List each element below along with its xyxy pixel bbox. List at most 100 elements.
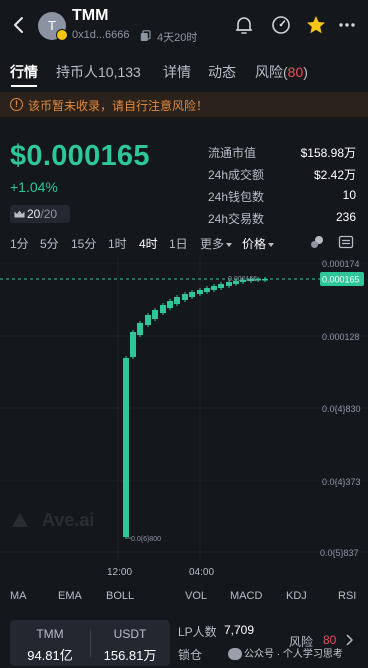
stat-value: 10 xyxy=(342,188,356,202)
risk-warning-banner: ! 该币暂未收录，请自行注意风险！ xyxy=(0,92,368,117)
indicator-ma[interactable]: MA xyxy=(10,590,27,602)
rank-badge[interactable]: 20/20 xyxy=(10,205,70,223)
header: T TMM 0x1d...6666 4天20时 xyxy=(0,0,368,52)
timeframe-5m[interactable]: 5分 xyxy=(40,235,59,252)
candle xyxy=(197,290,203,294)
candle xyxy=(218,284,224,288)
pair-amount-quote: 156.81万 xyxy=(103,648,157,663)
candle xyxy=(152,310,158,319)
timeframe-15m[interactable]: 15分 xyxy=(71,235,96,252)
indicator-boll[interactable]: BOLL xyxy=(106,590,134,602)
wechat-icon xyxy=(228,648,242,661)
stat-value: $158.98万 xyxy=(300,146,356,160)
y-tick-label: 0.000128 xyxy=(322,332,360,342)
warning-icon: ! xyxy=(10,98,23,111)
price-chart[interactable]: Ave.ai 0.0{6}800 0.000165 0.000174 0.000… xyxy=(0,255,368,585)
price-mode-dropdown[interactable]: 价格 xyxy=(242,235,275,252)
watermark-text: Ave.ai xyxy=(42,510,94,530)
timeframe-1h[interactable]: 1时 xyxy=(108,235,127,252)
liquidity-summary: TMM 94.81亿 USDT 156.81万 LP人数 7,709 锁仓 风险… xyxy=(0,618,368,668)
indicator-macd[interactable]: MACD xyxy=(230,590,262,602)
stat-label: 流通市值 xyxy=(208,146,257,160)
tab-risk-label: 风险 xyxy=(255,64,283,80)
chain-badge-icon xyxy=(56,29,68,41)
lp-count-label: LP人数 xyxy=(178,625,217,639)
timeframe-more-dropdown[interactable]: 更多 xyxy=(200,235,233,252)
chevron-down-icon xyxy=(268,242,275,247)
timeframe-4h[interactable]: 4时 xyxy=(139,235,158,252)
pair-symbol-quote: USDT xyxy=(113,627,147,641)
rank-total: /20 xyxy=(40,207,58,221)
pair-divider xyxy=(90,629,91,657)
candle xyxy=(262,279,268,281)
pair-symbol-base: TMM xyxy=(36,627,64,641)
token-address: 0x1d...6666 xyxy=(72,29,130,41)
x-tick-label: 04:00 xyxy=(189,567,214,578)
liquidity-pair-card: TMM 94.81亿 USDT 156.81万 xyxy=(10,620,170,666)
indicator-toggle-icon[interactable] xyxy=(309,234,325,250)
rank-text: 20/20 xyxy=(27,207,57,221)
indicator-kdj[interactable]: KDJ xyxy=(286,590,307,602)
stat-value: 236 xyxy=(335,210,356,224)
warning-text: 该币暂未收录，请自行注意风险！ xyxy=(28,99,209,113)
candle xyxy=(137,323,143,335)
indicator-rsi[interactable]: RSI xyxy=(338,590,356,602)
candle xyxy=(211,286,217,290)
gauge-icon[interactable] xyxy=(270,14,292,36)
candle xyxy=(174,297,180,304)
indicator-ema[interactable]: EMA xyxy=(58,590,82,602)
lock-label: 锁仓 xyxy=(178,648,203,662)
y-tick-label: 0.0{4}373 xyxy=(322,477,361,487)
price-mode-label: 价格 xyxy=(242,237,267,251)
tab-bar: 行情 持币人10,133 详情 动态 风险(80) xyxy=(0,58,368,87)
tab-activity[interactable]: 动态 xyxy=(208,62,236,82)
timeframe-1m[interactable]: 1分 xyxy=(10,235,29,252)
indicator-vol[interactable]: VOL xyxy=(185,590,207,602)
token-name: TMM xyxy=(72,7,109,24)
x-tick-label: 12:00 xyxy=(107,567,132,578)
timeframe-more-label: 更多 xyxy=(200,237,225,251)
timeframe-1d[interactable]: 1日 xyxy=(169,235,188,252)
pair-amount-base: 94.81亿 xyxy=(27,648,73,663)
token-age: 4天20时 xyxy=(157,32,198,44)
star-icon[interactable] xyxy=(305,14,327,36)
candle xyxy=(160,305,166,313)
chevron-right-icon[interactable] xyxy=(345,634,353,646)
chart-watermark: Ave.ai xyxy=(12,510,94,530)
account-watermark-text: 公众号 · 个人学习思考 xyxy=(244,649,343,660)
price-change: +1.04% xyxy=(10,179,58,195)
low-marker: 0.0{6}800 xyxy=(131,536,161,543)
bell-icon[interactable] xyxy=(233,14,255,36)
active-tab-indicator xyxy=(11,85,37,87)
candle xyxy=(145,315,151,325)
crown-icon xyxy=(14,210,25,218)
more-icon[interactable] xyxy=(336,14,358,36)
chart-settings-icon[interactable] xyxy=(338,234,354,250)
candle xyxy=(204,288,210,292)
stat-value: $2.42万 xyxy=(313,168,356,182)
lp-count-value: 7,709 xyxy=(224,623,255,637)
candle xyxy=(167,301,173,308)
candle xyxy=(189,292,195,297)
rank-value: 20 xyxy=(27,207,41,221)
current-price: $0.000165 xyxy=(10,140,150,172)
y-tick-label: 0.0{4}830 xyxy=(322,404,361,414)
y-tick-label: 0.0{5}837 xyxy=(320,548,359,558)
y-tick-label: 0.000174 xyxy=(322,259,360,269)
tab-risk[interactable]: 风险(80) xyxy=(255,62,308,82)
copy-icon[interactable] xyxy=(140,30,151,42)
candle xyxy=(123,358,129,537)
back-icon[interactable] xyxy=(10,14,28,36)
stat-label: 24h交易数 xyxy=(208,212,265,226)
tab-holders[interactable]: 持币人10,133 xyxy=(56,62,141,82)
tab-details[interactable]: 详情 xyxy=(163,62,191,82)
chevron-down-icon xyxy=(226,242,233,247)
stat-label: 24h钱包数 xyxy=(208,190,265,204)
high-marker: 0.000165 xyxy=(228,276,257,283)
account-watermark: 公众号 · 个人学习思考 xyxy=(228,645,343,661)
tab-risk-count: 80 xyxy=(287,64,304,80)
stat-label: 24h成交额 xyxy=(208,168,265,182)
candle xyxy=(182,294,188,300)
tab-market[interactable]: 行情 xyxy=(10,62,38,82)
candle xyxy=(130,332,136,357)
